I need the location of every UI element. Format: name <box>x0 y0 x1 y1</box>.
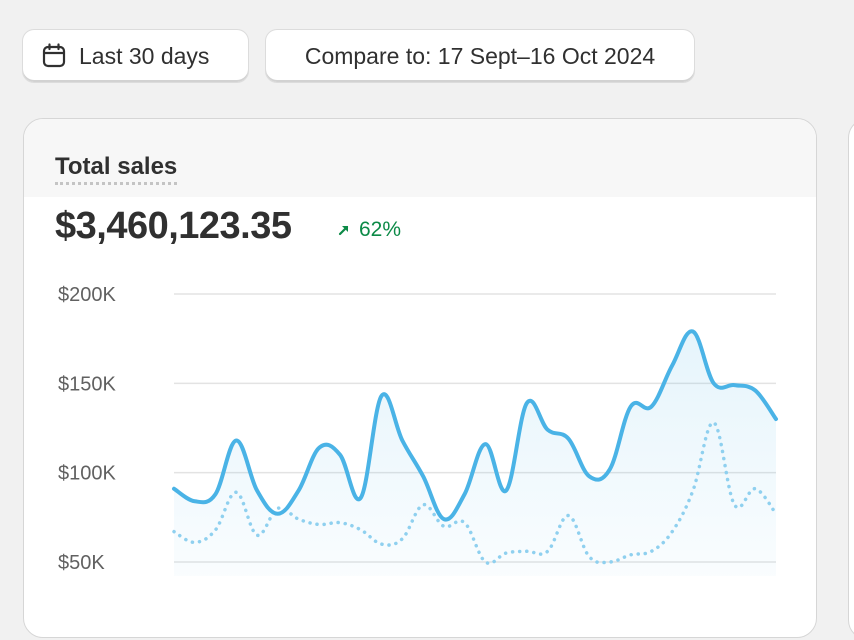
y-tick-label: $150K <box>58 373 116 395</box>
y-tick-label: $200K <box>58 284 116 306</box>
y-tick-label: $50K <box>58 552 105 574</box>
y-tick-label: $100K <box>58 463 116 485</box>
sales-line-chart: $200K $150K $100K $50K <box>58 284 778 576</box>
